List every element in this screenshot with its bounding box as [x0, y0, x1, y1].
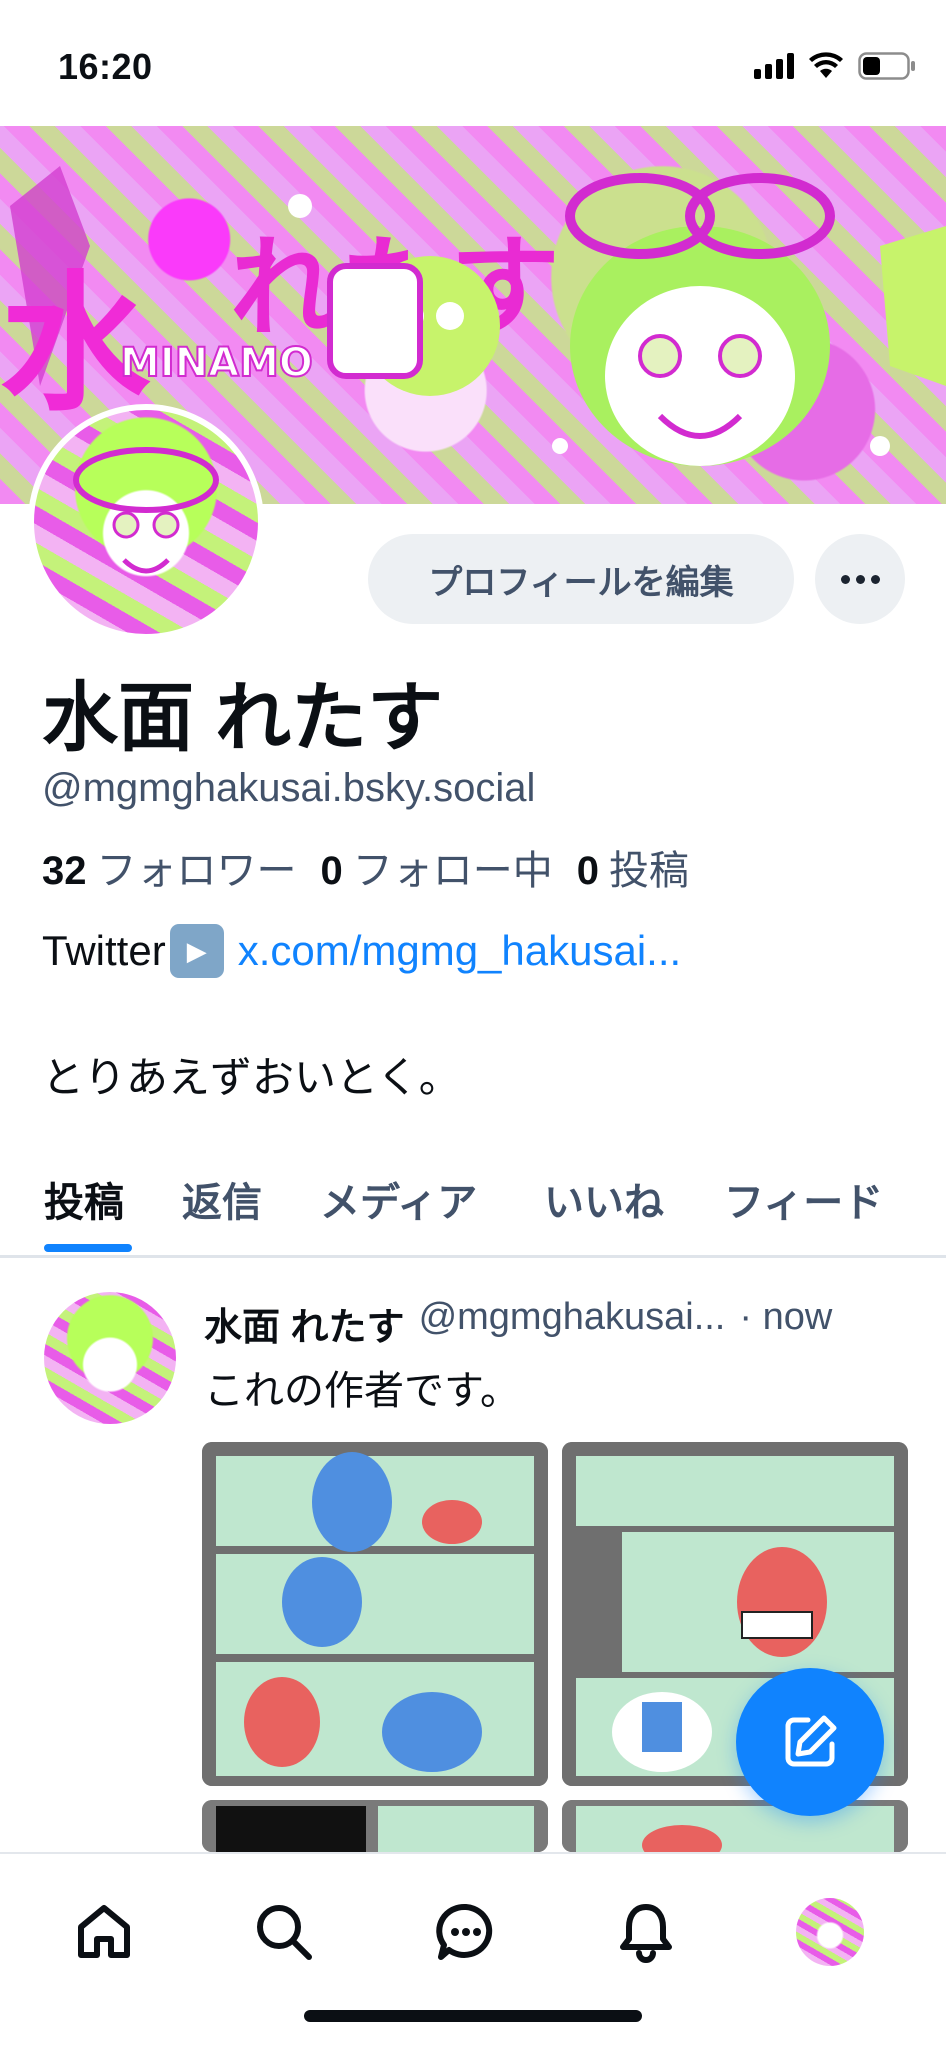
home-icon — [78, 1905, 130, 1958]
search-icon — [257, 1905, 312, 1960]
status-bar: 16:20 — [0, 0, 946, 126]
post-image-1[interactable] — [202, 1442, 548, 1786]
profile-avatar[interactable] — [28, 404, 264, 640]
tab-media[interactable]: メディア — [320, 1170, 477, 1228]
profile-stats: 32 フォロワー 0 フォロー中 0 投稿 — [42, 838, 689, 896]
tab-posts[interactable]: 投稿 — [44, 1170, 124, 1228]
post-author-name[interactable]: 水面 れたす — [204, 1296, 405, 1351]
compose-button[interactable] — [736, 1668, 884, 1816]
compose-icon — [785, 1715, 837, 1767]
ellipsis-icon — [840, 574, 850, 584]
post-header: 水面 れたす @mgmghakusai... · now — [204, 1296, 832, 1351]
nav-home[interactable] — [64, 1892, 144, 1972]
post-author-handle[interactable]: @mgmghakusai... — [419, 1296, 726, 1351]
display-name: 水面 れたす — [42, 676, 444, 761]
post-text: これの作者です。 — [204, 1369, 520, 1413]
signal-icon — [754, 53, 794, 79]
bio-link-line: Twitter ▶ x.com/mgmg_hakusai... — [42, 924, 681, 978]
nav-notifications[interactable] — [606, 1892, 686, 1972]
nav-profile[interactable] — [790, 1892, 870, 1972]
tab-replies[interactable]: 返信 — [182, 1170, 262, 1228]
home-indicator — [304, 2010, 642, 2022]
nav-chat[interactable] — [426, 1892, 506, 1972]
posts-stat: 0 投稿 — [576, 849, 689, 893]
post-image-3[interactable] — [202, 1800, 548, 1852]
status-icons — [754, 52, 916, 80]
status-time: 16:20 — [58, 46, 153, 87]
edit-profile-button[interactable]: プロフィールを編集 — [368, 534, 794, 624]
bio-text: とりあえずおいとく。 — [42, 1054, 461, 1101]
play-button-emoji-icon: ▶ — [169, 924, 224, 978]
nav-search[interactable] — [244, 1892, 324, 1972]
followers-stat[interactable]: 32 フォロワー — [42, 838, 297, 896]
tab-likes[interactable]: いいね — [544, 1170, 664, 1228]
profile-avatar-icon — [796, 1898, 864, 1966]
post-author-avatar[interactable] — [44, 1292, 176, 1424]
wifi-icon — [809, 52, 843, 78]
active-tab-indicator — [44, 1244, 132, 1252]
bio-link[interactable]: x.com/mgmg_hakusai... — [238, 927, 682, 975]
battery-icon — [858, 52, 915, 80]
post-timestamp: · now — [739, 1296, 833, 1338]
profile-handle: @mgmghakusai.bsky.social — [42, 766, 536, 810]
profile-tabs: 投稿 返信 メディア いいね フィード — [0, 1150, 946, 1258]
post-image-4[interactable] — [562, 1800, 908, 1852]
following-stat[interactable]: 0 フォロー中 — [321, 838, 553, 896]
bell-icon — [620, 1904, 672, 1963]
tab-feeds[interactable]: フィード — [724, 1170, 883, 1228]
more-options-button[interactable] — [815, 534, 905, 624]
chat-icon — [436, 1903, 493, 1960]
